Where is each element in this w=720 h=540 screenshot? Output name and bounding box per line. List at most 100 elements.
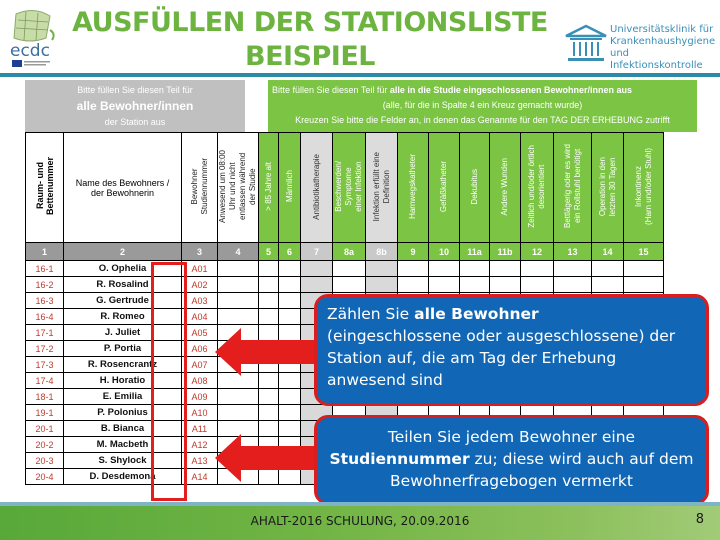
table-row: 16-1 O. Ophelia A01 — [25, 260, 664, 277]
checkbox-cell-11a[interactable] — [459, 260, 490, 277]
callout-2-line-1: Teilen Sie jedem Bewohner eine — [387, 428, 636, 446]
checkbox-cell-10[interactable] — [428, 276, 460, 293]
checkbox-cell-14[interactable] — [591, 276, 624, 293]
university-line-1: Universitätsklinik für — [610, 24, 714, 35]
gray-instruction-banner: Bitte füllen Sie diesen Teil für alle Be… — [25, 80, 245, 132]
column-number: 15 — [623, 242, 664, 261]
room-bed-cell: 18-1 — [25, 388, 64, 405]
column-header-4: Anwesend um 08:00 Uhr und nicht entlasse… — [217, 132, 259, 243]
checkbox-cell-8b[interactable] — [365, 260, 398, 277]
column-number: 7 — [300, 242, 333, 261]
checkbox-cell-5[interactable] — [258, 308, 279, 325]
checkbox-cell-5[interactable] — [258, 292, 279, 309]
room-bed-cell: 16-3 — [25, 292, 64, 309]
checkbox-cell-6[interactable] — [278, 260, 301, 277]
checkbox-cell-5[interactable] — [258, 276, 279, 293]
checkbox-cell-11a[interactable] — [459, 276, 490, 293]
column-number: 11a — [459, 242, 490, 261]
footer-text: AHALT-2016 SCHULUNG, 20.09.2016 — [250, 514, 470, 528]
checkbox-cell-7[interactable] — [300, 276, 333, 293]
checkbox-cell-10[interactable] — [428, 260, 460, 277]
column-header-label: Männlich — [284, 170, 294, 203]
column-number: 1 — [25, 242, 64, 261]
callout-1-bold: alle Bewohner — [414, 305, 539, 323]
checkbox-cell-5[interactable] — [258, 404, 279, 421]
column-header-label: Zeitlich und/oder örtlich desorientiert — [527, 145, 546, 228]
checkbox-cell-4[interactable] — [217, 292, 259, 309]
column-header-8a: Beschwerden/ Symptome einer Infektion — [332, 132, 366, 243]
checkbox-cell-4[interactable] — [217, 388, 259, 405]
column-header-11b: Andere Wunden — [489, 132, 521, 243]
column-header-label: Dekubitus — [469, 168, 479, 205]
page-number: 8 — [695, 512, 704, 527]
gray-banner-line-2: alle Bewohner/innen — [76, 99, 194, 113]
room-bed-cell: 20-3 — [25, 452, 64, 469]
column-header-3: Bewohner Studiennummer — [181, 132, 218, 243]
checkbox-cell-5[interactable] — [258, 388, 279, 405]
column-header-label: Infektion erfüllt eine Definition — [371, 151, 391, 222]
column-header-label: > 85 Jahre alt — [263, 162, 273, 211]
column-header-label: Inkontinenz (Harn und/oder Stuhl) — [633, 148, 653, 225]
column-header-1: Raum- und Bettenummer — [25, 132, 64, 243]
checkbox-cell-8b[interactable] — [365, 276, 398, 293]
university-name: Universitätsklinik für Krankenhaushygien… — [610, 24, 720, 72]
room-bed-cell: 20-2 — [25, 436, 64, 453]
checkbox-cell-6[interactable] — [278, 276, 301, 293]
callout-count-residents: Zählen Sie alle Bewohner (eingeschlossen… — [314, 294, 709, 406]
checkbox-cell-9[interactable] — [397, 260, 429, 277]
university-building-icon — [565, 24, 607, 61]
column-header-7: Antibiotikatherapie — [300, 132, 333, 243]
checkbox-cell-12[interactable] — [520, 276, 554, 293]
room-bed-cell: 17-3 — [25, 356, 64, 373]
checkbox-cell-4[interactable] — [217, 404, 259, 421]
checkbox-cell-13[interactable] — [553, 260, 592, 277]
checkbox-cell-11b[interactable] — [489, 260, 521, 277]
green-banner-line-3: Kreuzen Sie bitte die Felder an, in dene… — [295, 115, 670, 125]
room-bed-cell: 20-1 — [25, 420, 64, 437]
callout-assign-study-number: Teilen Sie jedem Bewohner eine Studiennu… — [314, 415, 709, 505]
study-number-highlight — [151, 262, 187, 501]
checkbox-cell-4[interactable] — [217, 308, 259, 325]
checkbox-cell-15[interactable] — [623, 260, 664, 277]
checkbox-cell-6[interactable] — [278, 308, 301, 325]
room-bed-cell: 19-1 — [25, 404, 64, 421]
column-header-label: Andere Wunden — [500, 157, 509, 216]
column-number: 5 — [258, 242, 279, 261]
room-bed-cell: 16-2 — [25, 276, 64, 293]
column-header-label: Operation in den letzten 30 Tagen — [597, 156, 617, 217]
checkbox-cell-8a[interactable] — [332, 276, 366, 293]
column-header-label: Harnwegskatheter — [408, 154, 417, 219]
green-banner-prefix: Bitte füllen Sie diesen Teil für — [272, 85, 390, 95]
column-header-label: Name des Bewohners / der Bewohnerin — [75, 177, 170, 198]
checkbox-cell-9[interactable] — [397, 276, 429, 293]
checkbox-cell-5[interactable] — [258, 260, 279, 277]
column-number: 12 — [520, 242, 554, 261]
checkbox-cell-6[interactable] — [278, 292, 301, 309]
column-number: 6 — [278, 242, 301, 261]
column-number: 10 — [428, 242, 460, 261]
column-number: 11b — [489, 242, 521, 261]
slide: ecdc AUSFÜLLEN DER STATIONSLISTE BEISPIE… — [0, 0, 720, 540]
checkbox-cell-6[interactable] — [278, 404, 301, 421]
checkbox-cell-12[interactable] — [520, 260, 554, 277]
checkbox-cell-15[interactable] — [623, 276, 664, 293]
checkbox-cell-4[interactable] — [217, 260, 259, 277]
room-bed-cell: 17-1 — [25, 324, 64, 341]
column-number: 9 — [397, 242, 429, 261]
checkbox-cell-7[interactable] — [300, 260, 333, 277]
green-banner-bold: alle in die Studie eingeschlossenen Bewo… — [389, 85, 632, 95]
room-bed-cell: 17-4 — [25, 372, 64, 389]
university-line-2: Krankenhaushygiene — [610, 36, 716, 47]
checkbox-cell-13[interactable] — [553, 276, 592, 293]
university-logo: Universitätsklinik für Krankenhaushygien… — [562, 22, 720, 71]
column-header-15: Inkontinenz (Harn und/oder Stuhl) — [623, 132, 664, 243]
room-bed-cell: 20-4 — [25, 468, 64, 485]
checkbox-cell-8a[interactable] — [332, 260, 366, 277]
checkbox-cell-6[interactable] — [278, 388, 301, 405]
room-bed-cell: 17-2 — [25, 340, 64, 357]
checkbox-cell-14[interactable] — [591, 260, 624, 277]
checkbox-cell-4[interactable] — [217, 276, 259, 293]
checkbox-cell-11b[interactable] — [489, 276, 521, 293]
green-banner-line-1: Bitte füllen Sie diesen Teil für alle in… — [272, 83, 693, 98]
column-header-label: Beschwerden/ Symptome einer Infektion — [334, 161, 363, 212]
